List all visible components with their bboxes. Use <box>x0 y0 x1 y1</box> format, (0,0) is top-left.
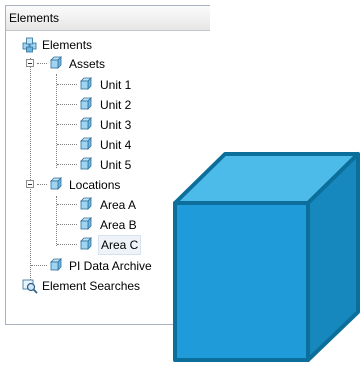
element-icon <box>50 258 62 271</box>
element-icon <box>80 97 92 110</box>
tree-item-label: PI Data Archive <box>69 259 152 273</box>
element-icon <box>80 157 92 170</box>
collapse-icon[interactable] <box>26 59 34 67</box>
tree-item-label: Unit 3 <box>100 118 132 132</box>
tree-item-label: Unit 5 <box>100 158 132 172</box>
element-icon <box>80 77 92 90</box>
element-icon <box>50 177 62 190</box>
tree-item-label: Unit 4 <box>100 138 132 152</box>
tree-item-label: Unit 1 <box>100 78 132 92</box>
tree-item-label: Locations <box>69 178 121 192</box>
element-icon <box>80 237 92 250</box>
tree-item-elements[interactable]: Elements <box>6 36 206 54</box>
tree-item-label: Area A <box>100 198 137 212</box>
tree-item-unit-1[interactable]: Unit 1 <box>6 76 206 94</box>
tree-item-label: Elements <box>42 38 93 52</box>
cube-front-face <box>173 201 310 362</box>
cube-graphic <box>173 152 360 362</box>
tree-item-label: Element Searches <box>42 279 141 293</box>
tree-item-label: Assets <box>69 57 106 71</box>
tree-item-unit-2[interactable]: Unit 2 <box>6 96 206 114</box>
collapse-icon[interactable] <box>26 180 34 188</box>
tree-item-assets[interactable]: Assets <box>6 55 206 73</box>
tree-item-unit-3[interactable]: Unit 3 <box>6 116 206 134</box>
elements-root-icon <box>22 37 37 53</box>
search-icon <box>22 279 38 294</box>
element-icon <box>80 117 92 130</box>
element-icon <box>80 217 92 230</box>
panel-title: Elements <box>6 6 210 31</box>
tree-item-label: Unit 2 <box>100 98 132 112</box>
element-icon <box>50 56 62 69</box>
tree-item-label: Area B <box>100 218 137 232</box>
element-icon <box>80 137 92 150</box>
element-icon <box>80 197 92 210</box>
tree-item-label: Area C <box>98 235 142 255</box>
